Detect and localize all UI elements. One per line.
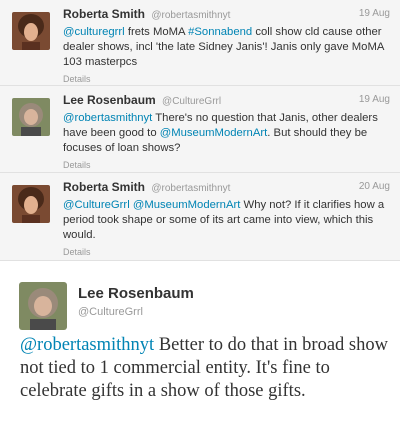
author-name[interactable]: Lee Rosenbaum (78, 285, 194, 302)
timestamp[interactable]: 20 Aug (359, 179, 390, 195)
hashtag-link[interactable]: #Sonnabend (188, 26, 252, 38)
author-name[interactable]: Roberta Smith (63, 180, 145, 194)
details-link[interactable]: Details (63, 160, 390, 170)
tweet-item[interactable]: Roberta Smith @robertasmithnyt 20 Aug @C… (0, 173, 400, 261)
timestamp[interactable]: 19 Aug (359, 92, 390, 108)
mention-link[interactable]: @robertasmithnyt (63, 112, 152, 124)
author-name[interactable]: Roberta Smith (63, 7, 145, 21)
tweet-item[interactable]: Roberta Smith @robertasmithnyt 19 Aug @c… (0, 0, 400, 86)
tweet-text-part: frets MoMA (124, 26, 189, 38)
tweet-text: @culturegrrl frets MoMA #Sonnabend coll … (63, 25, 390, 70)
expanded-tweet: Lee Rosenbaum @CultureGrrl @robertasmith… (0, 261, 400, 421)
timestamp[interactable]: 19 Aug (359, 6, 390, 22)
mention-link[interactable]: @CultureGrrl (63, 199, 130, 211)
avatar[interactable] (12, 185, 50, 223)
details-link[interactable]: Details (63, 247, 390, 257)
author-name[interactable]: Lee Rosenbaum (63, 93, 156, 107)
mention-link[interactable]: @robertasmithnyt (20, 335, 154, 355)
avatar[interactable] (12, 12, 50, 50)
avatar[interactable] (12, 98, 50, 136)
author-handle[interactable]: @CultureGrrl (78, 306, 143, 318)
avatar[interactable] (19, 282, 67, 330)
author-handle[interactable]: @CultureGrrl (162, 96, 221, 107)
mention-link[interactable]: @MuseumModernArt (160, 127, 268, 139)
mention-link[interactable]: @culturegrrl (63, 26, 125, 38)
mention-link[interactable]: @MuseumModernArt (133, 199, 241, 211)
tweet-item[interactable]: Lee Rosenbaum @CultureGrrl 19 Aug @rober… (0, 86, 400, 173)
author-handle[interactable]: @robertasmithnyt (151, 10, 230, 21)
details-link[interactable]: Details (63, 74, 390, 84)
author-handle[interactable]: @robertasmithnyt (151, 183, 230, 194)
tweet-text: @CultureGrrl @MuseumModernArt Why not? I… (63, 198, 390, 243)
tweet-text: @robertasmithnyt Better to do that in br… (20, 334, 395, 403)
tweet-text: @robertasmithnyt There's no question tha… (63, 111, 390, 156)
